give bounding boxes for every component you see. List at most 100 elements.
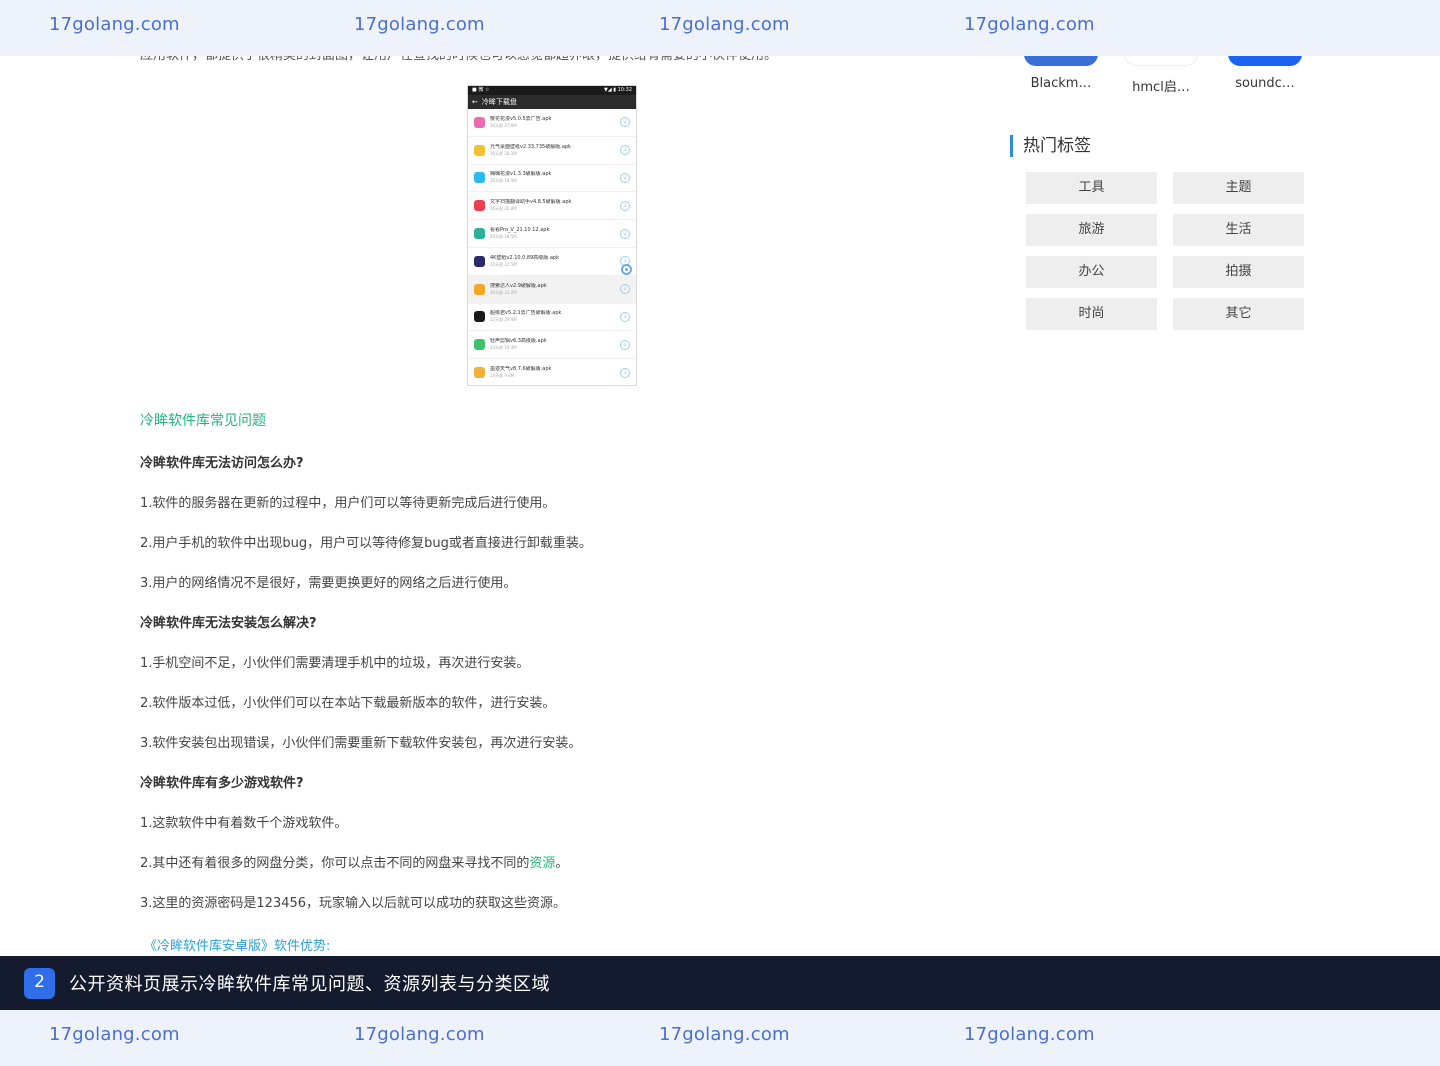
file-meta: 16天前 18.5M [490,178,517,184]
caption-number-badge: 2 [24,967,55,999]
answer-line: 2.其中还有着很多的网盘分类，你可以点击不同的网盘来寻找不同的资源。 [140,852,568,871]
phone-file-row: 超级君v5.2.1去广告破解版.apk 22天前 29.4M ↓ [468,304,636,332]
status-left: ■ 微 ☆ [472,87,490,93]
download-icon: ↓ [620,117,630,128]
scroll-indicator-icon [621,264,632,275]
watermark-text: 17golang.com [964,14,1095,35]
file-meta: 16天前 37.6M [490,122,517,128]
answer-line: 1.手机空间不足，小伙伴们需要清理手机中的垃圾，再次进行安装。 [140,656,530,671]
phone-file-row: 看看Pro_V_21.10.12.apk 20天前 18.5M ↓ [468,220,636,248]
phone-file-row: 4K壁纸v2.10.0.89高级版.apk 20天前 22.1M ↓ [468,248,636,276]
phone-screenshot: ■ 微 ☆ ▼◢ ▮ 10:32 ← 冷眸下载盘 樱花花漫v5.0.5去广告.a… [467,85,637,386]
question-title: 冷眸软件库无法安装怎么解决? [140,616,317,631]
back-arrow-icon: ← [472,98,478,106]
file-meta: 24天前 19.4M [490,345,517,351]
download-icon: ↓ [620,145,630,156]
phone-header-title: 冷眸下载盘 [481,98,517,106]
hot-tags-title: 热门标签 [1010,135,1091,157]
download-icon: ↓ [620,367,630,378]
resource-link[interactable]: 资源 [529,856,555,871]
app-icon [474,172,485,184]
page: 17golang.com 17golang.com 17golang.com 1… [0,0,1440,1066]
question-title: 冷眸软件库无法访问怎么办? [140,456,304,471]
file-meta: 22天前 29.4M [490,317,517,323]
tag-button[interactable]: 时尚 [1026,298,1157,330]
tag-button[interactable]: 工具 [1026,172,1157,204]
watermark-text: 17golang.com [659,1024,790,1045]
app-icon [474,228,485,240]
tag-button[interactable]: 办公 [1026,256,1157,288]
tag-button[interactable]: 主题 [1173,172,1304,204]
download-icon: ↓ [620,228,630,239]
download-icon: ↓ [620,339,630,350]
related-app-name[interactable]: hmcl启… [1121,76,1201,95]
file-name: 搜索达人v2.9破解版.apk [490,282,547,289]
file-info: 轻声剪辑v6.3高级版.apk 24天前 19.4M [490,338,620,351]
answer-text: 2.其中还有着很多的网盘分类，你可以点击不同的网盘来寻找不同的 [140,856,530,871]
file-info: 搜索达人v2.9破解版.apk 20天前 33.2M [490,283,620,296]
tag-button[interactable]: 旅游 [1026,214,1157,246]
watermark-text: 17golang.com [49,14,180,35]
watermark-text: 17golang.com [964,1024,1095,1045]
related-app-name[interactable]: soundc… [1225,76,1305,91]
answer-text: 。 [555,856,569,871]
phone-file-row: 嗨嗨花漫v1.3.3破解版.apk 16天前 18.5M ↓ [468,165,636,193]
download-icon: ↓ [620,200,630,211]
phone-header: ← 冷眸下载盘 [468,95,636,109]
app-icon [474,255,485,267]
tag-button[interactable]: 拍摄 [1173,256,1304,288]
file-info: 超级君v5.2.1去广告破解版.apk 22天前 29.4M [490,310,620,323]
phone-file-row: 文字扫描翻译助手v4.8.5破解版.apk 16天前 26.8M ↓ [468,192,636,221]
file-info: 4K壁纸v2.10.0.89高级版.apk 20天前 22.1M [490,255,620,268]
watermark-bar-bottom: 17golang.com 17golang.com 17golang.com 1… [0,1010,1440,1066]
file-meta: 20天前 33.2M [490,289,517,295]
watermark-text: 17golang.com [354,1024,485,1045]
watermark-text: 17golang.com [354,14,485,35]
file-meta: 16天前 26.8M [490,206,517,212]
answer-line: 1.这款软件中有着数千个游戏软件。 [140,816,348,831]
app-icon [474,311,485,323]
watermark-text: 17golang.com [49,1024,180,1045]
faq-section-title: 冷眸软件库常见问题 [140,413,266,429]
file-info: 看看Pro_V_21.10.12.apk 20天前 18.5M [490,227,620,240]
phone-file-row: 搜索达人v2.9破解版.apk 20天前 33.2M ↓ [468,275,636,304]
phone-file-row: 轻声剪辑v6.3高级版.apk 24天前 19.4M ↓ [468,331,636,360]
tag-button[interactable]: 其它 [1173,298,1304,330]
tag-button[interactable]: 生活 [1173,214,1304,246]
file-meta: 16天前 28.1M [490,150,517,156]
answer-line: 2.软件版本过低，小伙伴们可以在本站下载最新版本的软件，进行安装。 [140,696,556,711]
app-icon [474,339,485,351]
phone-file-row: 墨迹天气v8.7.6破解版.apk 24天前 9.8M ↓ [468,359,636,385]
app-icon [474,116,485,128]
phone-status-bar: ■ 微 ☆ ▼◢ ▮ 10:32 [468,86,636,95]
status-right: ▼◢ ▮ 10:32 [603,87,632,93]
phone-file-row: 樱花花漫v5.0.5去广告.apk 16天前 37.6M ↓ [468,109,636,137]
file-info: 嗨嗨花漫v1.3.3破解版.apk 16天前 18.5M [490,171,620,184]
file-info: 文字扫描翻译助手v4.8.5破解版.apk 16天前 26.8M [490,199,620,212]
app-icon [474,200,485,212]
phone-file-row: 元气桌面壁纸v2.33.735破解版.apk 16天前 28.1M ↓ [468,137,636,165]
file-name: 4K壁纸v2.10.0.89高级版.apk [490,254,559,261]
app-icon [474,283,485,295]
answer-line: 3.软件安装包出现错误，小伙伴们需要重新下载软件安装包，再次进行安装。 [140,736,582,751]
app-icon [474,144,485,156]
download-icon: ↓ [620,311,630,322]
watermark-text: 17golang.com [659,14,790,35]
app-icon [474,367,485,379]
watermark-bar-top: 17golang.com 17golang.com 17golang.com 1… [0,0,1440,56]
file-meta: 20天前 18.5M [490,234,517,240]
download-icon: ↓ [620,284,630,295]
related-app-name[interactable]: Blackm… [1021,76,1101,91]
caption-bar: 2 公开资料页展示冷眸软件库常见问题、资源列表与分类区域 [0,956,1440,1010]
caption-text: 公开资料页展示冷眸软件库常见问题、资源列表与分类区域 [69,974,550,995]
answer-line: 2.用户手机的软件中出现bug，用户可以等待修复bug或者直接进行卸载重装。 [140,536,592,551]
download-icon: ↓ [620,172,630,183]
file-info: 元气桌面壁纸v2.33.735破解版.apk 16天前 28.1M [490,144,620,157]
file-meta: 20天前 22.1M [490,261,517,267]
question-title: 冷眸软件库有多少游戏软件? [140,776,304,791]
file-name: 墨迹天气v8.7.6破解版.apk [490,366,552,373]
file-info: 樱花花漫v5.0.5去广告.apk 16天前 37.6M [490,116,620,129]
file-name: 樱花花漫v5.0.5去广告.apk [490,115,552,122]
file-info: 墨迹天气v8.7.6破解版.apk 24天前 9.8M [490,366,620,379]
file-meta: 24天前 9.8M [490,373,515,379]
